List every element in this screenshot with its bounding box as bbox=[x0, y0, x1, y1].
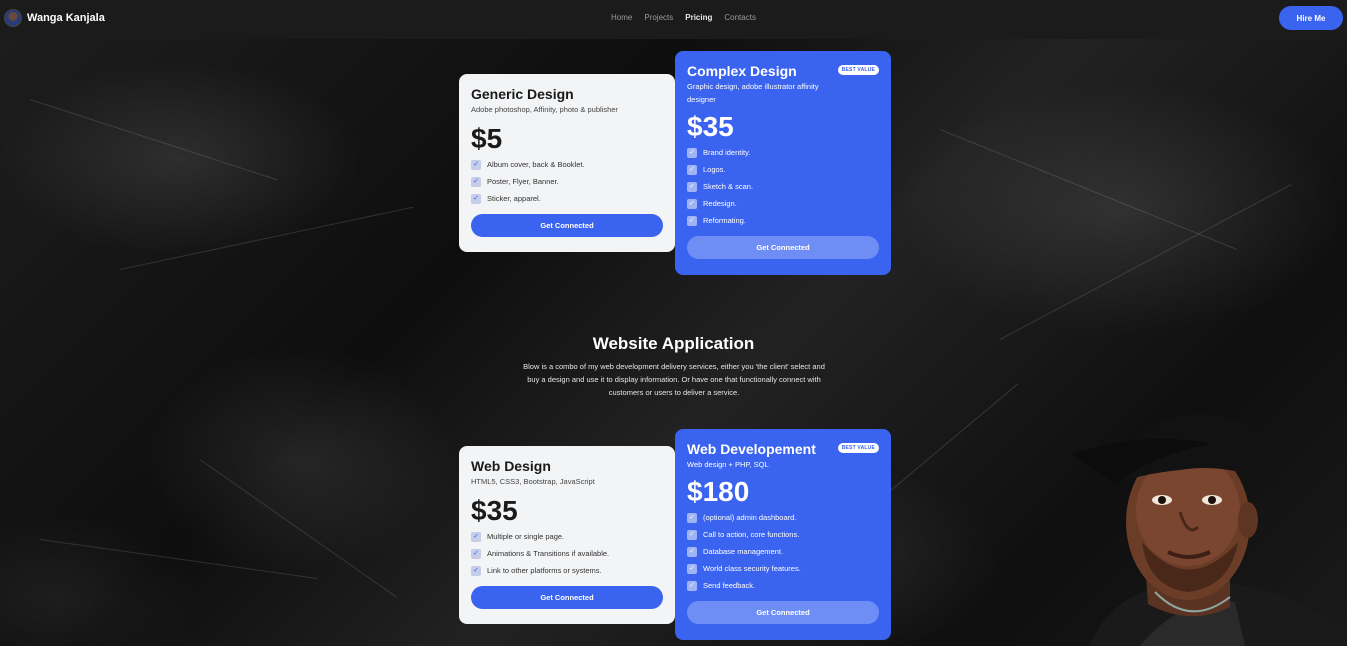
feature-item: ✓ Send feedback. bbox=[687, 577, 879, 594]
check-icon: ✓ bbox=[687, 198, 697, 209]
pricing-card-generic-design: Generic Design Adobe photoshop, Affinity… bbox=[459, 74, 675, 252]
pricing-card-web-development: BEST VALUE Web Developement Web design +… bbox=[675, 429, 891, 640]
best-value-badge: BEST VALUE bbox=[837, 443, 879, 453]
card-price: $5 bbox=[471, 123, 503, 154]
check-icon: ✓ bbox=[687, 164, 697, 175]
feature-item: ✓ (optional) admin dashboard. bbox=[687, 509, 879, 526]
feature-item: ✓ Link to other platforms or systems. bbox=[471, 562, 663, 579]
get-connected-button[interactable]: Get Connected bbox=[471, 214, 663, 237]
feature-item: ✓ Sketch & scan. bbox=[687, 178, 879, 195]
card-price: $35 bbox=[471, 495, 518, 526]
check-icon: ✓ bbox=[471, 548, 481, 559]
feature-item: ✓ Sticker, apparel. bbox=[471, 190, 663, 207]
portrait-image bbox=[1070, 414, 1347, 646]
nav-links: Home Projects Pricing Contacts bbox=[611, 13, 768, 22]
card-price: $35 bbox=[687, 111, 734, 142]
section-description: Blow is a combo of my web development de… bbox=[523, 362, 825, 397]
feature-item: ✓ Brand identity. bbox=[687, 144, 879, 161]
hire-me-button[interactable]: Hire Me bbox=[1279, 6, 1343, 30]
feature-item: ✓ Album cover, back & Booklet. bbox=[471, 156, 663, 173]
check-icon: ✓ bbox=[687, 580, 697, 591]
check-icon: ✓ bbox=[471, 531, 481, 542]
check-icon: ✓ bbox=[471, 565, 481, 576]
top-navbar: Wanga Kanjala Home Projects Pricing Cont… bbox=[0, 0, 1347, 39]
feature-item: ✓ Redesign. bbox=[687, 195, 879, 212]
feature-item: ✓ Poster, Flyer, Banner. bbox=[471, 173, 663, 190]
feature-item: ✓ Reformating. bbox=[687, 212, 879, 229]
check-icon: ✓ bbox=[687, 215, 697, 226]
card-subtitle: Web design + PHP, SQL bbox=[687, 460, 769, 469]
card-subtitle: HTML5, CSS3, Bootstrap, JavaScript bbox=[471, 477, 595, 486]
check-icon: ✓ bbox=[687, 529, 697, 540]
card-price: $180 bbox=[687, 476, 750, 507]
best-value-badge: BEST VALUE bbox=[837, 65, 879, 75]
section-title: Website Application bbox=[592, 334, 755, 353]
feature-item: ✓ Database management. bbox=[687, 543, 879, 560]
card-title: Generic Design bbox=[471, 86, 574, 102]
pricing-card-web-design: Web Design HTML5, CSS3, Bootstrap, JavaS… bbox=[459, 446, 675, 624]
nav-link-pricing[interactable]: Pricing bbox=[685, 13, 712, 22]
brand-name: Wanga Kanjala bbox=[27, 12, 105, 24]
card-subtitle: Graphic design, adobe illustrator affini… bbox=[687, 82, 819, 104]
feature-item: ✓ Animations & Transitions if available. bbox=[471, 545, 663, 562]
feature-item: ✓ Logos. bbox=[687, 161, 879, 178]
get-connected-button[interactable]: Get Connected bbox=[471, 586, 663, 609]
check-icon: ✓ bbox=[471, 159, 481, 170]
avatar bbox=[4, 9, 22, 27]
check-icon: ✓ bbox=[471, 193, 481, 204]
nav-link-projects[interactable]: Projects bbox=[644, 13, 673, 22]
nav-link-home[interactable]: Home bbox=[611, 13, 632, 22]
check-icon: ✓ bbox=[687, 181, 697, 192]
get-connected-button[interactable]: Get Connected bbox=[687, 601, 879, 624]
feature-item: ✓ World class security features. bbox=[687, 560, 879, 577]
check-icon: ✓ bbox=[471, 176, 481, 187]
nav-link-contacts[interactable]: Contacts bbox=[724, 13, 756, 22]
feature-item: ✓ Call to action, core functions. bbox=[687, 526, 879, 543]
get-connected-button[interactable]: Get Connected bbox=[687, 236, 879, 259]
check-icon: ✓ bbox=[687, 512, 697, 523]
brand[interactable]: Wanga Kanjala bbox=[4, 9, 105, 27]
card-subtitle: Adobe photoshop, Affinity, photo & publi… bbox=[471, 105, 618, 114]
feature-item: ✓ Multiple or single page. bbox=[471, 528, 663, 545]
check-icon: ✓ bbox=[687, 546, 697, 557]
pricing-card-complex-design: BEST VALUE Complex Design Graphic design… bbox=[675, 51, 891, 275]
card-title: Web Design bbox=[471, 458, 551, 474]
check-icon: ✓ bbox=[687, 147, 697, 158]
check-icon: ✓ bbox=[687, 563, 697, 574]
